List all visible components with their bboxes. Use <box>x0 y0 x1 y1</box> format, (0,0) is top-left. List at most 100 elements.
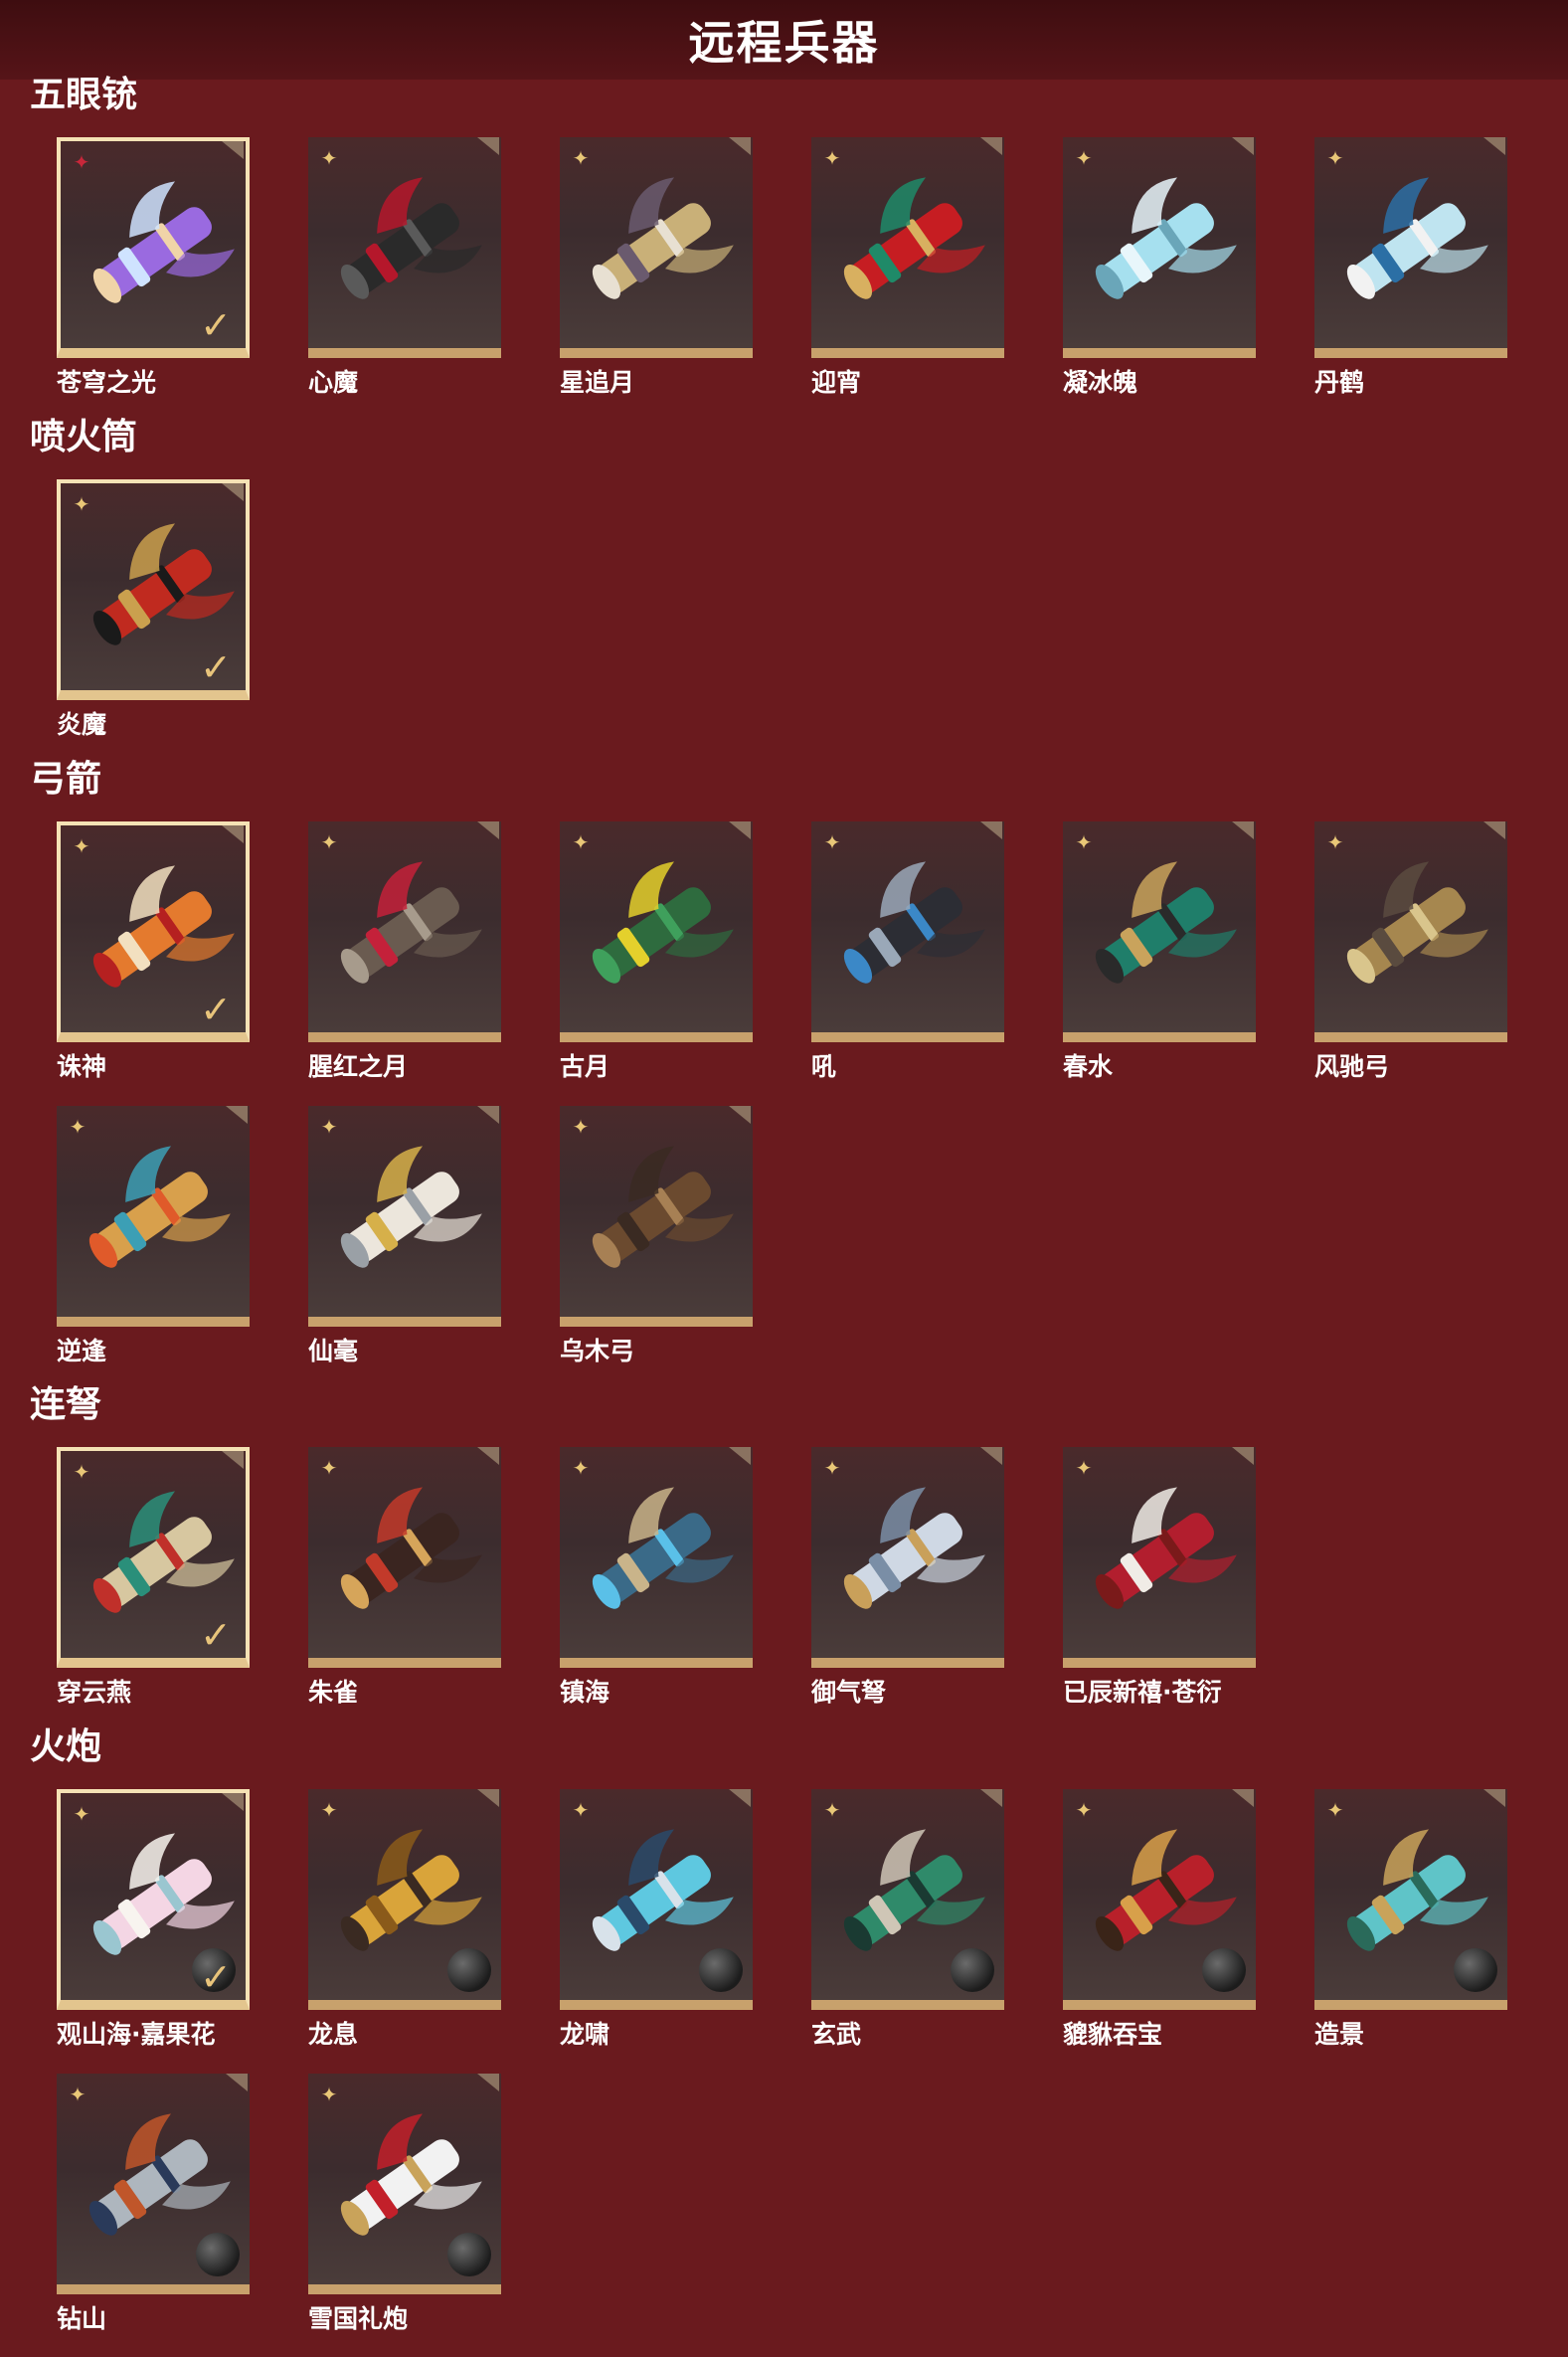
weapon-name: 造景 <box>1314 2020 1365 2049</box>
corner-mark <box>729 1789 751 1807</box>
weapon-card[interactable]: ✦ ✓ <box>57 1789 250 2010</box>
corner-mark <box>729 1106 751 1124</box>
weapon-card[interactable]: ✦ <box>811 137 1004 358</box>
weapon-card[interactable]: ✦ <box>1063 1789 1256 2010</box>
weapon-name: 诛神 <box>57 1052 107 1081</box>
weapon-name: 丹鹤 <box>1314 368 1365 397</box>
weapon-card[interactable]: ✦ <box>1314 821 1507 1042</box>
cannonball-icon <box>447 1948 491 1992</box>
weapon-illustration <box>843 177 985 299</box>
cannonball-icon <box>1454 1948 1497 1992</box>
corner-mark <box>477 821 499 839</box>
weapon-card[interactable]: ✦ ✓ <box>57 821 250 1042</box>
corner-mark <box>226 1106 248 1124</box>
weapon-name: 朱雀 <box>308 1678 359 1707</box>
weapon-name: 腥红之月 <box>308 1052 409 1081</box>
weapon-illustration <box>843 1487 985 1609</box>
weapon-card[interactable]: ✦ <box>308 821 501 1042</box>
weapon-name: 星追月 <box>560 368 635 397</box>
weapon-name: 风驰弓 <box>1314 1052 1390 1081</box>
weapon-card[interactable]: ✦ <box>57 1106 250 1327</box>
weapon-card[interactable]: ✦ <box>560 1789 753 2010</box>
section-title: 弓箭 <box>30 759 102 800</box>
weapon-illustration <box>340 861 482 984</box>
weapon-illustration <box>1346 861 1488 984</box>
cannonball-icon <box>1202 1948 1246 1992</box>
corner-mark <box>1232 1447 1254 1465</box>
weapon-card[interactable]: ✦ <box>560 821 753 1042</box>
weapon-name: 迎宵 <box>811 368 862 397</box>
weapon-card[interactable]: ✦ <box>308 2074 501 2294</box>
corner-mark <box>980 821 1002 839</box>
section-title: 喷火筒 <box>30 417 138 457</box>
corner-mark <box>226 2074 248 2091</box>
cannonball-icon <box>447 2233 491 2276</box>
weapon-illustration <box>1095 861 1237 984</box>
weapon-card[interactable]: ✦ <box>811 1789 1004 2010</box>
weapon-illustration <box>592 1146 734 1268</box>
corner-mark <box>1232 137 1254 155</box>
owned-check-icon: ✓ <box>200 1955 232 1999</box>
corner-mark <box>477 137 499 155</box>
corner-mark <box>477 1447 499 1465</box>
weapon-name: 逆逢 <box>57 1337 107 1365</box>
weapon-illustration <box>1095 177 1237 299</box>
weapon-card[interactable]: ✦ <box>308 1447 501 1668</box>
weapon-card[interactable]: ✦ <box>308 1106 501 1327</box>
weapon-card[interactable]: ✦ <box>1314 137 1507 358</box>
weapon-card[interactable]: ✦ <box>811 821 1004 1042</box>
weapon-name: 观山海·嘉果花 <box>57 2020 216 2049</box>
cannonball-icon <box>951 1948 994 1992</box>
corner-mark <box>1232 821 1254 839</box>
owned-check-icon: ✓ <box>200 645 232 689</box>
corner-mark <box>980 1789 1002 1807</box>
weapon-name: 春水 <box>1063 1052 1114 1081</box>
weapon-illustration <box>340 1146 482 1268</box>
corner-mark <box>222 825 244 843</box>
weapon-illustration <box>340 177 482 299</box>
weapon-card[interactable]: ✦ <box>1063 137 1256 358</box>
corner-mark <box>729 1447 751 1465</box>
weapon-name: 乌木弓 <box>560 1337 635 1365</box>
weapon-illustration <box>1346 177 1488 299</box>
corner-mark <box>477 1106 499 1124</box>
corner-mark <box>477 1789 499 1807</box>
corner-mark <box>1483 821 1505 839</box>
corner-mark <box>1232 1789 1254 1807</box>
weapon-illustration <box>843 861 985 984</box>
weapon-name: 心魔 <box>308 368 359 397</box>
page-title: 远程兵器 <box>688 16 880 70</box>
section-title: 五眼铳 <box>30 75 138 115</box>
corner-mark <box>222 141 244 159</box>
cannonball-icon <box>196 2233 240 2276</box>
owned-check-icon: ✓ <box>200 1613 232 1657</box>
corner-mark <box>980 1447 1002 1465</box>
weapon-illustration <box>592 177 734 299</box>
weapon-card[interactable]: ✦ <box>1063 1447 1256 1668</box>
weapon-card[interactable]: ✦ <box>560 1106 753 1327</box>
weapon-name: 雪国礼炮 <box>308 2304 409 2333</box>
weapon-card[interactable]: ✦ <box>57 2074 250 2294</box>
weapon-card[interactable]: ✦ ✓ <box>57 479 250 700</box>
weapon-name: 龙啸 <box>560 2020 610 2049</box>
weapon-illustration <box>340 1487 482 1609</box>
weapon-name: 貔貅吞宝 <box>1063 2020 1163 2049</box>
weapon-card[interactable]: ✦ ✓ <box>57 1447 250 1668</box>
weapon-card[interactable]: ✦ <box>1063 821 1256 1042</box>
weapon-name: 吼 <box>811 1052 837 1081</box>
weapon-card[interactable]: ✦ <box>308 1789 501 2010</box>
corner-mark <box>980 137 1002 155</box>
cannonball-icon <box>699 1948 743 1992</box>
section-title: 连弩 <box>30 1384 102 1425</box>
corner-mark <box>729 821 751 839</box>
owned-check-icon: ✓ <box>200 988 232 1031</box>
weapon-card[interactable]: ✦ <box>1314 1789 1507 2010</box>
weapon-card[interactable]: ✦ <box>308 137 501 358</box>
weapon-card[interactable]: ✦ <box>560 1447 753 1668</box>
weapon-card[interactable]: ✦ <box>811 1447 1004 1668</box>
weapon-illustration <box>1095 1487 1237 1609</box>
weapon-name: 镇海 <box>560 1678 610 1707</box>
weapon-illustration <box>592 861 734 984</box>
weapon-card[interactable]: ✦ ✓ <box>57 137 250 358</box>
weapon-card[interactable]: ✦ <box>560 137 753 358</box>
